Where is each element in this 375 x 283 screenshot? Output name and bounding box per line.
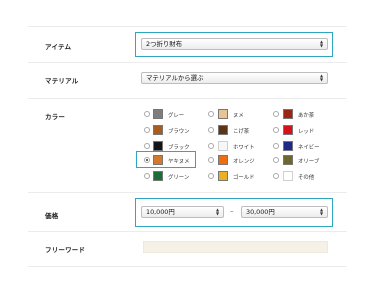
color-swatch-gold: [218, 171, 228, 181]
color-radio-orange[interactable]: [208, 157, 214, 163]
color-radio-other[interactable]: [273, 173, 279, 179]
item-select-value: 2つ折り財布: [146, 40, 183, 48]
divider: [28, 62, 347, 63]
color-radio-gold[interactable]: [208, 173, 214, 179]
color-radio-white[interactable]: [208, 143, 214, 149]
color-swatch-white: [218, 141, 228, 151]
color-option-label: レッド: [298, 129, 315, 135]
search-form: アイテム 2つ折り財布 ▲ ▼ マテリアル マテリアルから選ぶ ▲ ▼ カラー グレ…: [0, 0, 375, 283]
color-swatch-gray: [153, 109, 163, 119]
color-swatch-green: [153, 171, 163, 181]
color-option-label: オレンジ: [233, 159, 255, 165]
color-radio-kogecha[interactable]: [208, 127, 214, 133]
color-radio-akacha[interactable]: [273, 111, 279, 117]
divider: [28, 192, 347, 193]
color-option-label: ブラック: [168, 145, 190, 151]
color-radio-green[interactable]: [144, 173, 150, 179]
divider: [28, 231, 347, 232]
item-label: アイテム: [45, 43, 72, 51]
price-label: 価格: [45, 212, 59, 220]
item-select[interactable]: 2つ折り財布 ▲ ▼: [141, 38, 328, 50]
color-radio-yakinume[interactable]: [144, 157, 150, 163]
color-option-label: その他: [298, 175, 315, 181]
material-select[interactable]: マテリアルから選ぶ ▲ ▼: [141, 72, 328, 84]
color-swatch-navy: [283, 141, 293, 151]
color-radio-brown[interactable]: [144, 127, 150, 133]
select-arrows-icon: ▲ ▼: [319, 207, 324, 216]
price-min-value: 10,000円: [146, 208, 175, 216]
material-select-value: マテリアルから選ぶ: [146, 74, 204, 82]
freeword-label: フリーワード: [45, 246, 86, 254]
color-radio-gray[interactable]: [144, 111, 150, 117]
color-option-label: オリーブ: [298, 159, 320, 165]
price-max-value: 30,000円: [246, 208, 275, 216]
divider: [28, 98, 347, 99]
color-swatch-other: [283, 171, 293, 181]
divider: [28, 266, 347, 267]
price-min-select[interactable]: 10,000円 ▲ ▼: [141, 206, 224, 218]
color-option-label: ヌメ: [233, 113, 244, 119]
color-option-label: あか茶: [298, 113, 315, 119]
color-option-label: ヤキヌメ: [168, 159, 190, 165]
color-option-label: グレー: [168, 113, 185, 119]
select-arrows-icon: ▲ ▼: [319, 39, 324, 48]
color-option-label: こげ茶: [233, 129, 250, 135]
color-swatch-olive: [283, 155, 293, 165]
color-radio-navy[interactable]: [273, 143, 279, 149]
color-label: カラー: [45, 113, 66, 121]
color-option-label: ブラウン: [168, 129, 190, 135]
color-swatch-akacha: [283, 109, 293, 119]
color-swatch-red: [283, 125, 293, 135]
color-swatch-yakinume: [153, 155, 163, 165]
color-swatch-nume: [218, 109, 228, 119]
freeword-input[interactable]: [143, 241, 328, 253]
color-radio-red[interactable]: [273, 127, 279, 133]
color-radio-nume[interactable]: [208, 111, 214, 117]
price-range-separator: –: [230, 207, 234, 215]
color-swatch-black: [153, 141, 163, 151]
color-swatch-brown: [153, 125, 163, 135]
color-radio-black[interactable]: [144, 143, 150, 149]
select-arrows-icon: ▲ ▼: [215, 207, 220, 216]
divider: [28, 26, 347, 27]
price-max-select[interactable]: 30,000円 ▲ ▼: [241, 206, 328, 218]
color-option-label: ゴールド: [233, 175, 255, 181]
color-option-label: グリーン: [168, 175, 190, 181]
color-option-label: ホワイト: [233, 145, 255, 151]
color-swatch-orange: [218, 155, 228, 165]
color-swatch-kogecha: [218, 125, 228, 135]
color-option-label: ネイビー: [298, 145, 320, 151]
select-arrows-icon: ▲ ▼: [319, 73, 324, 82]
color-radio-olive[interactable]: [273, 157, 279, 163]
material-label: マテリアル: [45, 77, 79, 85]
